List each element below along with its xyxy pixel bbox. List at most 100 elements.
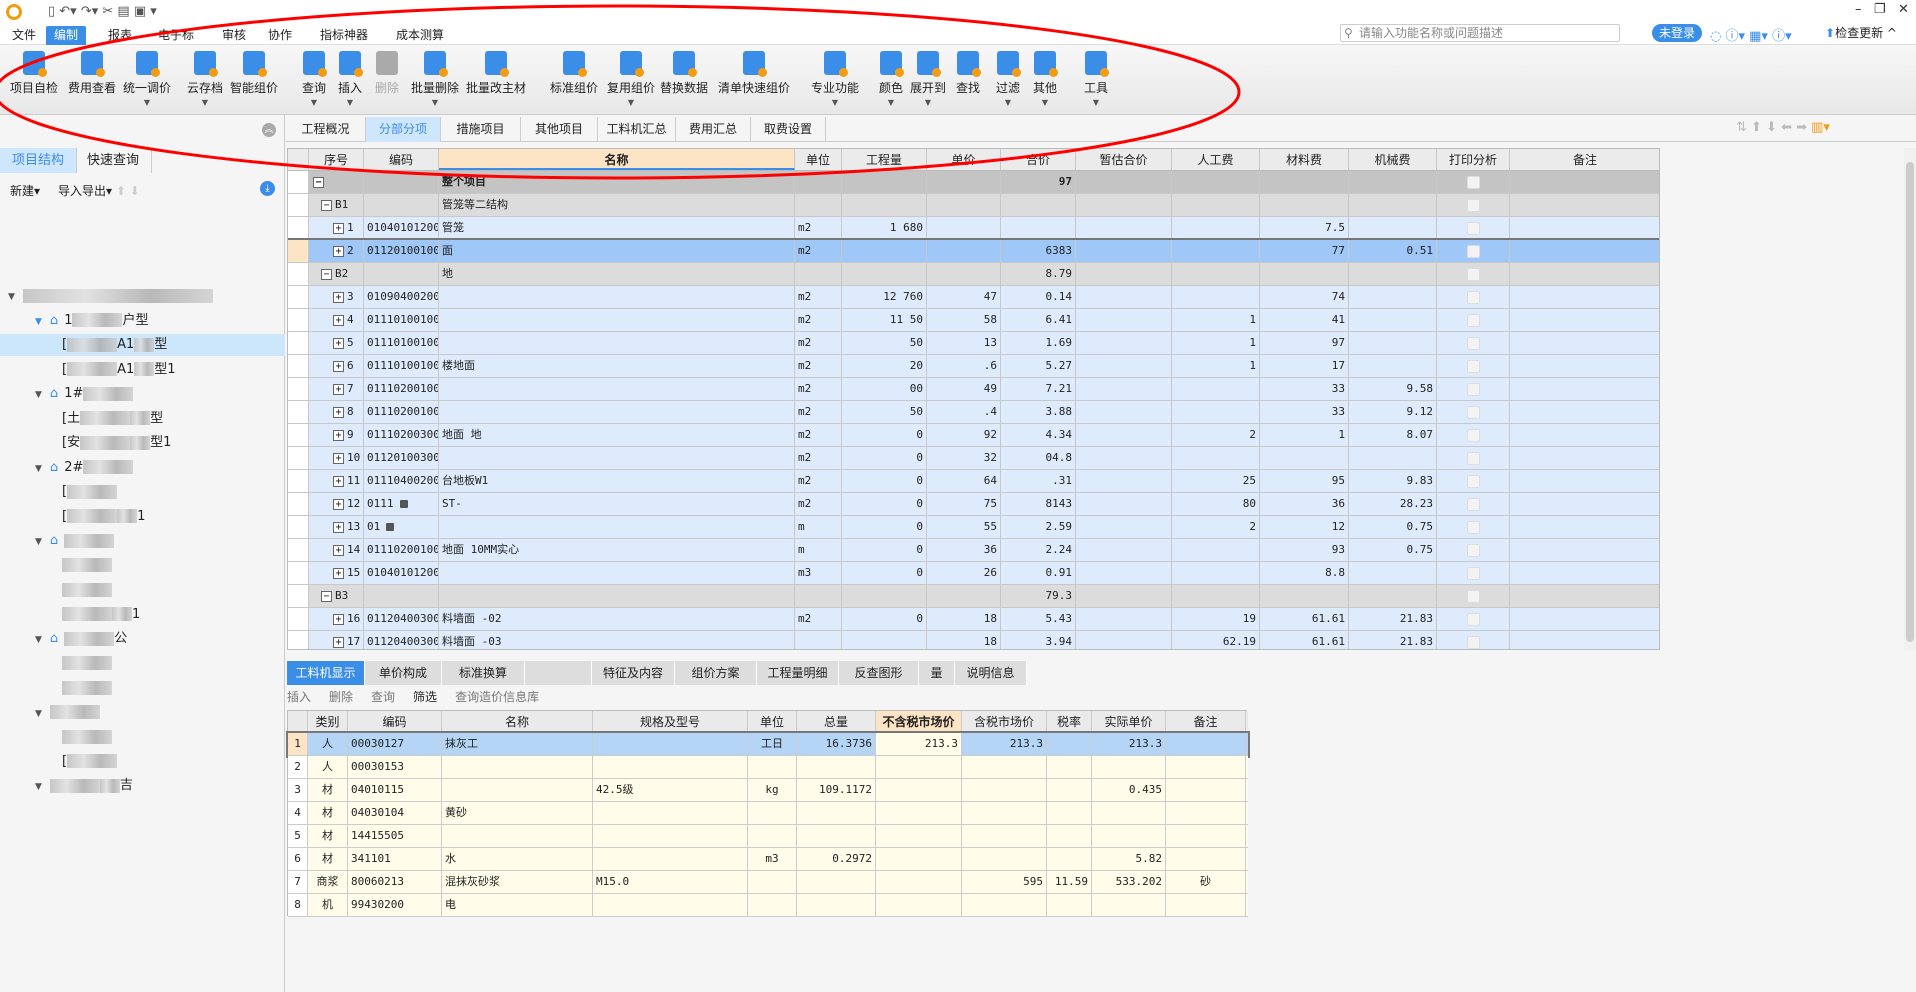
table-row[interactable]: +16 011204003001 料墙面 -02 m2 0 18 5.43 19 61.61 21…: [288, 608, 1659, 631]
detail-tab-1[interactable]: 单价构成: [365, 661, 442, 685]
tree-node[interactable]: [安 型1: [62, 432, 171, 454]
resource-row[interactable]: 3 材 04010115 42.5级 kg 109.1172 0.435: [288, 779, 1248, 802]
help-icons[interactable]: ◌ ⓘ▾ ▦▾ ⓘ▾: [1710, 25, 1792, 44]
download-icon[interactable]: ⤓: [260, 181, 275, 196]
row-move-icons[interactable]: ⇅ ⬆ ⬇ ⬅ ➡ ▥▾: [1736, 120, 1830, 135]
table-row[interactable]: +12 0111 ST-m2 0 75 8143 80 36 28.23: [288, 493, 1659, 516]
resource-row[interactable]: 6 材 341101 水 m3 0.2972 5.82: [288, 848, 1248, 871]
expand-icon[interactable]: +: [333, 406, 344, 418]
ribbon-button-9[interactable]: 批量改主材: [466, 51, 526, 96]
expand-icon[interactable]: +: [333, 452, 344, 464]
ribbon-button-19[interactable]: 其他 ▼: [1033, 51, 1058, 107]
print-checkbox[interactable]: [1466, 359, 1480, 373]
ribbon-button-13[interactable]: 清单快速组价: [718, 51, 790, 96]
table-row[interactable]: +8 011102001002 m2 50.4 3.88 33 9.12: [288, 401, 1659, 424]
print-checkbox[interactable]: [1466, 382, 1480, 396]
expand-icon[interactable]: +: [333, 613, 344, 625]
column-header[interactable]: 打印分析: [1437, 149, 1510, 170]
resource-row[interactable]: 1 人 00030127 抹灰工 工日 16.3736 213.3 213.3 213.3: [286, 731, 1250, 758]
tab-quick-query[interactable]: 快速查询: [75, 148, 153, 173]
resource-cell[interactable]: [876, 871, 962, 893]
tree-node[interactable]: [62, 555, 112, 577]
ribbon-button-12[interactable]: 替换数据: [660, 51, 708, 96]
print-checkbox[interactable]: [1466, 428, 1480, 442]
print-checkbox[interactable]: [1466, 635, 1480, 649]
table-row[interactable]: +13 01 m 0 55 2.59 2 12 0.75: [288, 516, 1659, 539]
tab-6[interactable]: 取费设置: [751, 117, 826, 142]
resource-row[interactable]: 4 材 04030104 黄砂: [288, 802, 1248, 825]
column-header[interactable]: 备注: [1510, 149, 1659, 170]
table-row[interactable]: +7 011102001001 m2 00 49 7.21 33 9.58: [288, 378, 1659, 401]
column-header[interactable]: 税率: [1047, 711, 1092, 733]
tree-node[interactable]: ▼ ⌂ 公: [35, 628, 127, 650]
check-update-button[interactable]: ⬆检查更新 ^: [1825, 24, 1897, 42]
tab-5[interactable]: 费用汇总: [676, 117, 751, 142]
print-checkbox[interactable]: [1466, 244, 1480, 258]
menu-2[interactable]: 报表: [100, 26, 140, 45]
ribbon-button-6[interactable]: 插入 ▼: [338, 51, 363, 107]
expand-icon[interactable]: +: [333, 245, 344, 257]
ribbon-button-5[interactable]: 查询 ▼: [302, 51, 327, 107]
print-checkbox[interactable]: [1466, 336, 1480, 350]
detail-tab-7[interactable]: 反查图形: [839, 661, 919, 685]
resource-cell[interactable]: [876, 756, 962, 778]
menu-0[interactable]: 文件: [4, 26, 44, 45]
detail-tab-9[interactable]: 说明信息: [955, 661, 1027, 685]
tree-node[interactable]: [土 型: [62, 408, 163, 430]
ribbon-button-8[interactable]: 批量删除 ▼: [411, 51, 459, 107]
resource-cell[interactable]: [876, 802, 962, 824]
tree-node[interactable]: [: [62, 481, 118, 503]
column-header[interactable]: 总量: [797, 711, 876, 733]
expand-icon[interactable]: +: [333, 429, 344, 441]
table-row[interactable]: +14 011102001005 地面 10MM实心 m 0 36 2.24 93 0.75: [288, 539, 1659, 562]
resource-cell[interactable]: 213.3: [876, 733, 962, 755]
print-checkbox[interactable]: [1466, 520, 1480, 534]
table-row[interactable]: +2 011201001001 面 m2 6383 77 0.51: [288, 238, 1659, 265]
ribbon-button-0[interactable]: 项目自检: [10, 51, 58, 96]
tree-node[interactable]: [1: [62, 506, 145, 528]
column-header[interactable]: 序号: [309, 149, 364, 170]
column-header[interactable]: 单位: [795, 149, 842, 170]
print-checkbox[interactable]: [1466, 612, 1480, 626]
column-header[interactable]: 合价: [1001, 149, 1076, 170]
print-checkbox[interactable]: [1466, 405, 1480, 419]
ribbon-button-3[interactable]: 云存档 ▼: [187, 51, 223, 107]
menu-4[interactable]: 审核: [214, 26, 254, 45]
print-checkbox[interactable]: [1466, 313, 1480, 327]
expand-icon[interactable]: +: [333, 337, 344, 349]
print-checkbox[interactable]: [1466, 290, 1480, 304]
ribbon-button-7[interactable]: 删除: [375, 51, 399, 96]
detail-tab-8[interactable]: 量: [919, 661, 955, 685]
table-row[interactable]: +4 011101001001 m2 11 50 58 6.41 1 41: [288, 309, 1659, 332]
resource-cell[interactable]: [876, 825, 962, 847]
print-checkbox[interactable]: [1466, 267, 1480, 281]
detail-tool-0[interactable]: 插入: [287, 690, 311, 704]
tree-node[interactable]: ▼ ⌂ 2#: [35, 457, 134, 479]
login-button[interactable]: 未登录: [1652, 24, 1702, 42]
ribbon-button-17[interactable]: 查找: [956, 51, 981, 96]
ribbon-button-10[interactable]: 标准组价: [550, 51, 598, 96]
detail-tab-4[interactable]: 特征及内容: [592, 661, 675, 685]
expand-icon[interactable]: +: [333, 498, 344, 510]
import-export-button[interactable]: 导入导出▾ ⬆ ⬇: [58, 182, 140, 199]
vertical-scrollbar[interactable]: [1904, 148, 1916, 650]
tree-node[interactable]: [62, 677, 112, 699]
menu-6[interactable]: 指标神器: [312, 26, 376, 45]
column-header[interactable]: 材料费: [1260, 149, 1349, 170]
menu-5[interactable]: 协作: [260, 26, 300, 45]
window-controls[interactable]: – ❐ ✕: [1855, 2, 1909, 17]
column-header[interactable]: 单价: [927, 149, 1001, 170]
ribbon-button-11[interactable]: 复用组价 ▼: [607, 51, 655, 107]
resource-row[interactable]: 7 商浆 80060213 混抹灰砂浆 M15.0 595 11.59 533.202 砂: [288, 871, 1248, 894]
collapse-icon[interactable]: ︽: [262, 123, 276, 137]
expand-icon[interactable]: +: [333, 636, 344, 648]
expand-icon[interactable]: +: [333, 222, 344, 234]
expand-icon[interactable]: +: [333, 544, 344, 556]
ribbon-button-20[interactable]: 工具 ▼: [1084, 51, 1109, 107]
menu-7[interactable]: 成本测算: [388, 26, 452, 45]
menu-1[interactable]: 编制: [46, 26, 87, 45]
resource-row[interactable]: 2 人 00030153: [288, 756, 1248, 779]
expand-icon[interactable]: +: [333, 291, 344, 303]
column-header[interactable]: 单位: [748, 711, 797, 733]
detail-tool-1[interactable]: 删除: [329, 690, 353, 704]
